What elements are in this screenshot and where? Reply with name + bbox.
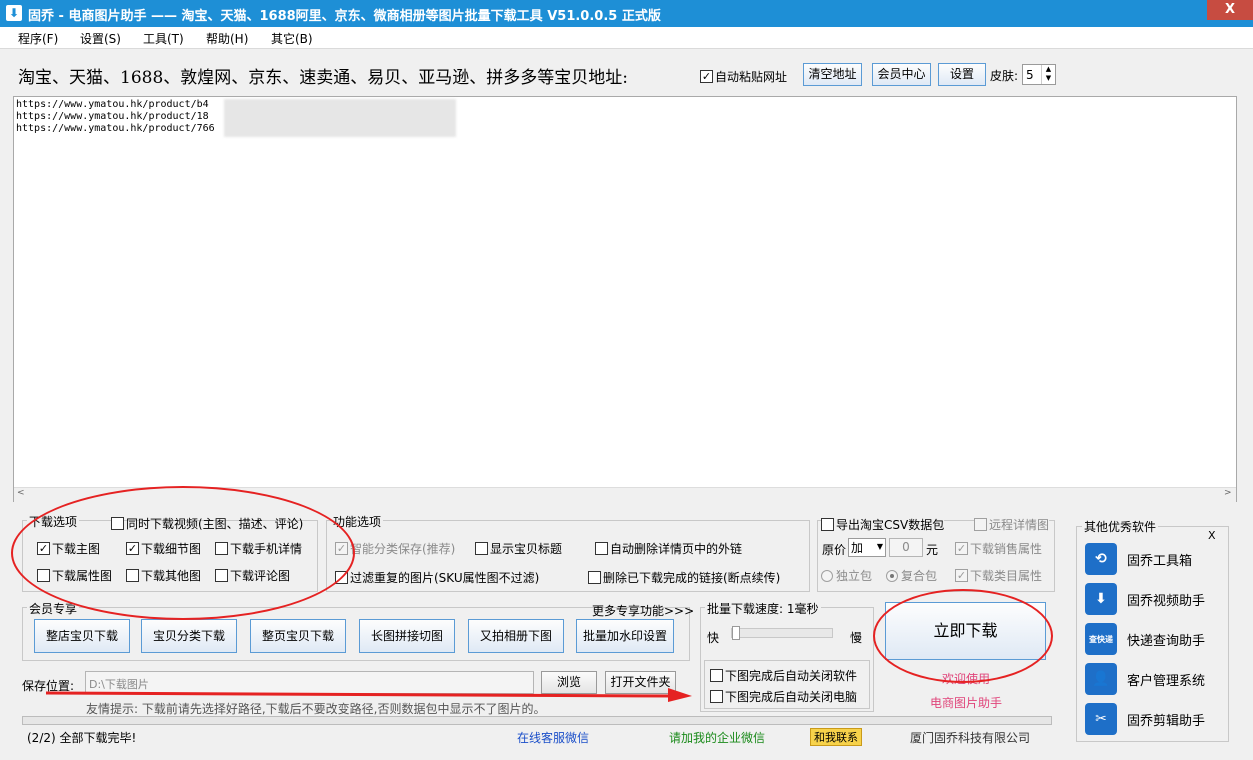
scroll-left-icon[interactable]: < xyxy=(17,488,25,498)
check-icon: ✓ xyxy=(700,70,713,83)
fast-label: 快 xyxy=(707,631,720,645)
speed-slider[interactable] xyxy=(731,626,833,640)
menu-other[interactable]: 其它(B) xyxy=(271,30,313,47)
remote-detail-checkbox[interactable]: 远程详情图 xyxy=(974,516,1050,533)
member-center-button[interactable]: 会员中心 xyxy=(872,63,931,86)
software-toolbox[interactable]: ⟲ 固乔工具箱 xyxy=(1085,543,1192,575)
price-unit-label: 元 xyxy=(926,543,939,557)
more-features-link[interactable]: 更多专享功能>>> xyxy=(592,602,694,619)
horizontal-scrollbar[interactable]: < > xyxy=(14,487,1236,502)
address-label: 淘宝、天猫、1688、敦煌网、京东、速卖通、易贝、亚马逊、拼多多等宝贝地址: xyxy=(18,68,628,88)
redacted-region xyxy=(224,99,456,137)
category-download-button[interactable]: 宝贝分类下载 xyxy=(141,619,237,653)
status-progress-text: (2/2) 全部下载完毕! xyxy=(27,731,137,745)
delete-completed-links-checkbox[interactable]: 删除已下载完成的链接(断点续传) xyxy=(588,569,780,586)
product-name-text: 电商图片助手 xyxy=(930,696,1003,710)
online-service-link[interactable]: 在线客服微信 xyxy=(517,729,589,746)
download-other-image-checkbox[interactable]: 下载其他图 xyxy=(126,567,201,584)
customer-icon: 👤 xyxy=(1085,663,1117,695)
skin-spinner[interactable]: 5 ▲ ▼ xyxy=(1022,64,1056,85)
title-bar: ⬇ 固乔 - 电商图片助手 —— 淘宝、天猫、1688阿里、京东、微商相册等图片… xyxy=(0,0,1253,27)
download-progress-bar xyxy=(22,716,1052,725)
welcome-text: 欢迎使用 xyxy=(942,672,991,686)
download-video-checkbox[interactable]: 同时下载视频(主图、描述、评论) xyxy=(111,515,303,532)
download-attribute-image-checkbox[interactable]: 下载属性图 xyxy=(37,567,112,584)
menu-program[interactable]: 程序(F) xyxy=(18,30,58,47)
window-close-button[interactable]: X xyxy=(1207,0,1253,20)
member-exclusive-title: 会员专享 xyxy=(27,600,80,617)
settings-button[interactable]: 设置 xyxy=(938,63,986,86)
single-pack-radio[interactable]: 独立包 xyxy=(821,567,872,584)
wechat-link[interactable]: 请加我的企业微信 xyxy=(669,729,765,746)
skin-label: 皮肤: xyxy=(990,69,1019,83)
download-main-image-checkbox[interactable]: ✓ 下载主图 xyxy=(37,540,100,557)
url-line: https://www.ymatou.hk/product/766 xyxy=(16,123,215,134)
menu-tools[interactable]: 工具(T) xyxy=(143,30,184,47)
url-line: https://www.ymatou.hk/product/18 xyxy=(16,111,209,122)
filter-duplicate-checkbox[interactable]: 过滤重复的图片(SKU属性图不过滤) xyxy=(335,569,539,586)
spinner-arrows-icon[interactable]: ▲ ▼ xyxy=(1041,65,1055,84)
check-icon: ✓ xyxy=(955,542,968,555)
speed-slider-thumb[interactable] xyxy=(732,626,740,640)
function-options-title: 功能选项 xyxy=(331,513,384,530)
download-now-button[interactable]: 立即下载 xyxy=(885,602,1046,660)
software-video-helper[interactable]: ⬇ 固乔视频助手 xyxy=(1085,583,1205,615)
original-price-label: 原价 xyxy=(822,543,847,557)
menu-bar: 程序(F) 设置(S) 工具(T) 帮助(H) 其它(B) xyxy=(0,27,1253,49)
price-operator-select[interactable]: 加 ▼ xyxy=(848,538,886,557)
long-image-stitch-button[interactable]: 长图拼接切图 xyxy=(359,619,455,653)
menu-settings[interactable]: 设置(S) xyxy=(80,30,121,47)
auto-shutdown-pc-checkbox[interactable]: 下图完成后自动关闭电脑 xyxy=(710,688,857,705)
url-input-area[interactable]: https://www.ymatou.hk/product/b4 https:/… xyxy=(13,96,1237,502)
company-name: 厦门固乔科技有限公司 xyxy=(910,731,1031,745)
clear-address-button[interactable]: 清空地址 xyxy=(803,63,862,86)
app-logo-icon: ⬇ xyxy=(6,5,22,21)
slow-label: 慢 xyxy=(850,631,863,645)
price-value-input[interactable]: 0 xyxy=(889,538,923,557)
url-line: https://www.ymatou.hk/product/b4 xyxy=(16,99,209,110)
window-title: 固乔 - 电商图片助手 —— 淘宝、天猫、1688阿里、京东、微商相册等图片批量… xyxy=(28,9,661,24)
download-detail-image-checkbox[interactable]: ✓ 下载细节图 xyxy=(126,540,201,557)
status-bar: (2/2) 全部下载完毕! 在线客服微信 请加我的企业微信 和我联系 厦门固乔科… xyxy=(0,726,1253,748)
software-customer-system[interactable]: 👤 客户管理系统 xyxy=(1085,663,1205,695)
menu-help[interactable]: 帮助(H) xyxy=(206,30,248,47)
youpai-album-download-button[interactable]: 又拍相册下图 xyxy=(468,619,564,653)
software-express-query[interactable]: 查快递 快递查询助手 xyxy=(1085,623,1205,655)
toolbox-icon: ⟲ xyxy=(1085,543,1117,575)
download-options-title: 下载选项 xyxy=(27,513,80,530)
video-download-icon: ⬇ xyxy=(1085,583,1117,615)
smart-save-checkbox[interactable]: ✓ 智能分类保存(推荐) xyxy=(335,540,455,557)
save-tip-text: 友情提示: 下载前请先选择好路径,下载后不要改变路径,否则数据包中显示不了图片的… xyxy=(86,702,546,716)
export-csv-checkbox[interactable]: 导出淘宝CSV数据包 xyxy=(821,516,945,533)
download-review-image-checkbox[interactable]: 下载评论图 xyxy=(215,567,290,584)
check-icon: ✓ xyxy=(335,542,348,555)
show-title-checkbox[interactable]: 显示宝贝标题 xyxy=(475,540,562,557)
whole-page-download-button[interactable]: 整页宝贝下载 xyxy=(250,619,346,653)
annotation-arrow xyxy=(46,688,692,702)
whole-shop-download-button[interactable]: 整店宝贝下载 xyxy=(34,619,130,653)
download-category-attr-checkbox[interactable]: ✓ 下载类目属性 xyxy=(955,567,1042,584)
auto-paste-checkbox[interactable]: ✓ 自动粘贴网址 xyxy=(700,68,787,85)
check-icon: ✓ xyxy=(37,542,50,555)
auto-close-app-checkbox[interactable]: 下图完成后自动关闭软件 xyxy=(710,667,857,684)
contact-me-button[interactable]: 和我联系 xyxy=(810,728,862,746)
check-icon: ✓ xyxy=(126,542,139,555)
download-speed-title: 批量下载速度: 1毫秒 xyxy=(705,600,821,617)
express-query-icon: 查快递 xyxy=(1085,623,1117,655)
scroll-right-icon[interactable]: > xyxy=(1224,488,1232,498)
combined-pack-radio[interactable]: 复合包 xyxy=(886,567,937,584)
close-panel-icon[interactable]: X xyxy=(1208,529,1216,542)
download-sales-attr-checkbox[interactable]: ✓ 下载销售属性 xyxy=(955,540,1042,557)
auto-remove-links-checkbox[interactable]: 自动删除详情页中的外链 xyxy=(595,540,742,557)
download-mobile-detail-checkbox[interactable]: 下载手机详情 xyxy=(215,540,302,557)
other-software-title: 其他优秀软件 xyxy=(1082,518,1159,535)
chevron-down-icon: ▼ xyxy=(876,542,883,551)
check-icon: ✓ xyxy=(955,569,968,582)
batch-watermark-button[interactable]: 批量加水印设置 xyxy=(576,619,674,653)
